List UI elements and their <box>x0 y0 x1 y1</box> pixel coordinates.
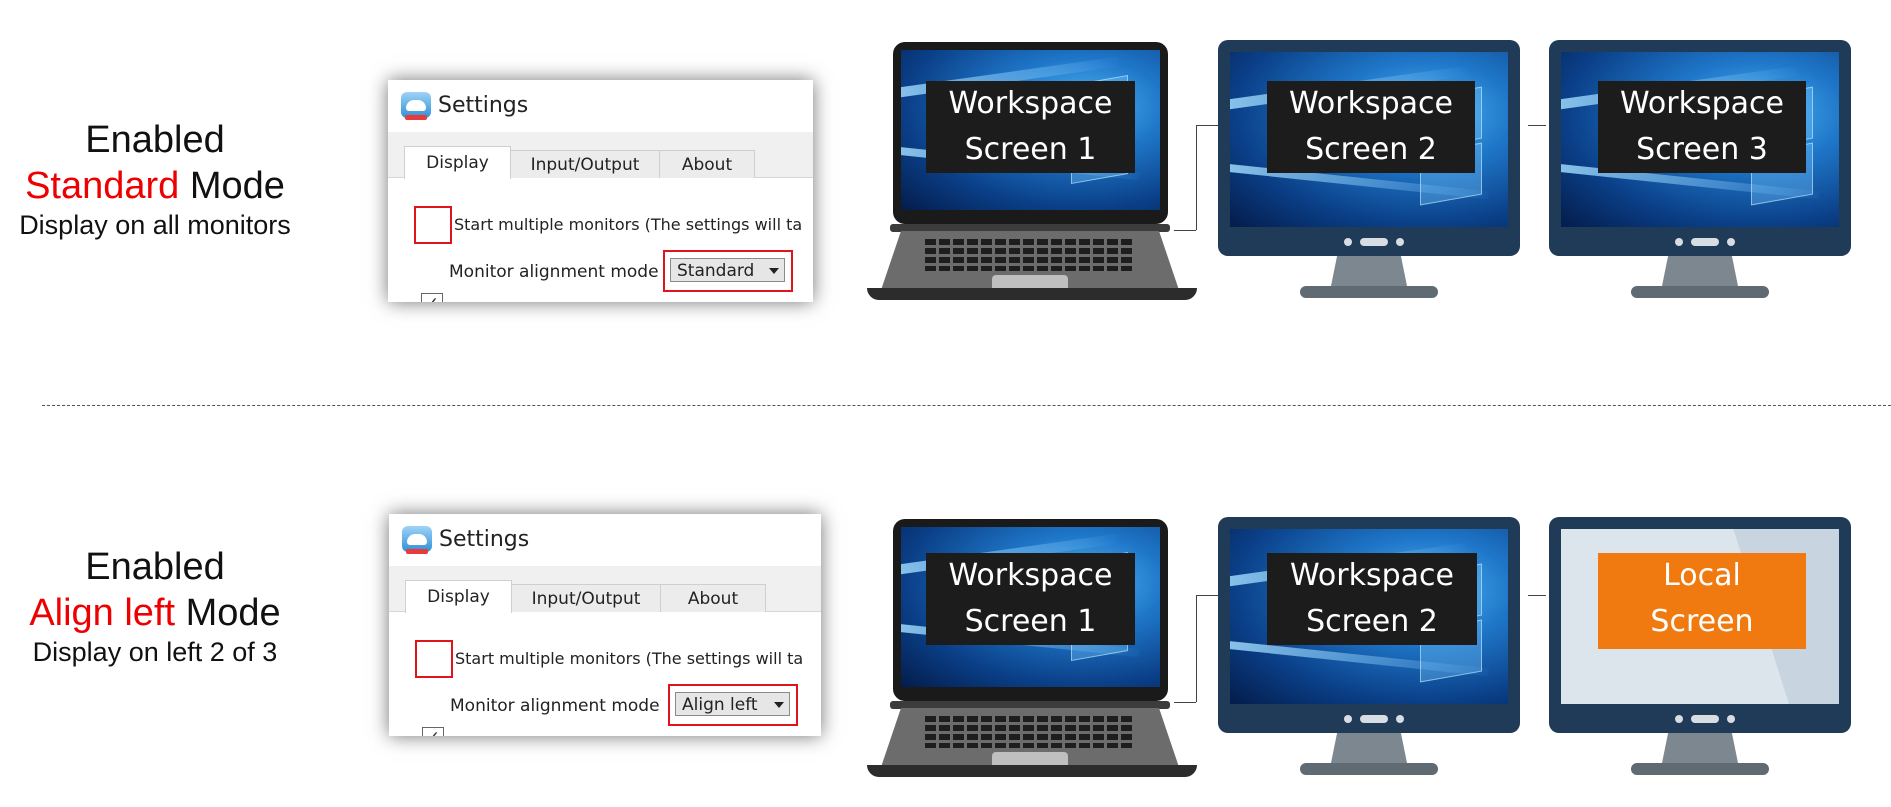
checkmark-icon: ✓ <box>425 294 439 302</box>
checkbox-highlight-box <box>414 206 452 244</box>
monitor-buttons <box>1675 715 1735 723</box>
laptop-base <box>867 288 1197 300</box>
mode-description: Enabled Standard Mode Display on all mon… <box>0 118 310 242</box>
label-line-1: Workspace <box>948 558 1113 593</box>
mode-enabled-text: Enabled <box>85 546 225 588</box>
label-line-1: Workspace <box>1289 86 1453 121</box>
monitor-buttons <box>1675 238 1735 246</box>
monitor-neck <box>1662 733 1738 763</box>
settings-window: Settings Display Input/Output About ✓ St… <box>389 514 821 736</box>
start-multiple-monitors-label: Start multiple monitors (The settings wi… <box>454 215 803 234</box>
mode-name-accent: Align left <box>29 591 176 634</box>
mode-name-line: Standard Mode <box>0 164 310 210</box>
monitor-foot <box>1631 286 1769 298</box>
mode-name-accent: Standard <box>25 164 180 207</box>
mode-description: Enabled Align left Mode Display on left … <box>0 545 310 669</box>
workspace-label: Workspace Screen 1 <box>926 81 1135 173</box>
cable-connector <box>1174 230 1196 231</box>
label-line-2: Screen 2 <box>1305 132 1437 167</box>
mode-subtitle: Display on all monitors <box>19 210 291 241</box>
mode-name-suffix: Mode <box>179 164 285 207</box>
settings-title: Settings <box>438 93 529 118</box>
label-line-1: Workspace <box>948 86 1113 121</box>
cable-connector <box>1174 702 1196 703</box>
standard-mode-section: Enabled Standard Mode Display on all mon… <box>0 0 1891 330</box>
keyboard-icon <box>925 239 1135 271</box>
tab-display[interactable]: Display <box>404 146 511 179</box>
local-screen-label: Local Screen <box>1598 553 1806 649</box>
start-multiple-monitors-label: Start multiple monitors (The settings wi… <box>455 649 804 668</box>
cable-connector <box>1196 595 1218 596</box>
laptop-base <box>867 765 1197 777</box>
label-line-1: Workspace <box>1290 558 1454 593</box>
tab-about[interactable]: About <box>659 150 755 179</box>
start-multiple-monitors-checkbox[interactable]: ✓ <box>422 727 444 736</box>
label-line-2: Screen 1 <box>964 604 1097 639</box>
section-separator <box>42 405 1891 406</box>
label-line-1: Local <box>1663 558 1741 593</box>
monitor-alignment-label: Monitor alignment mode <box>450 696 660 716</box>
monitor-foot <box>1300 286 1438 298</box>
keyboard-icon <box>925 716 1135 748</box>
mode-name-suffix: Mode <box>175 591 281 634</box>
settings-window: Settings Display Input/Output About ✓ St… <box>388 80 813 302</box>
cable-connector <box>1528 595 1546 596</box>
mode-name-line: Align left Mode <box>0 591 310 637</box>
checkmark-icon: ✓ <box>426 728 440 736</box>
settings-cloud-icon <box>401 92 431 120</box>
monitor-foot <box>1300 763 1438 775</box>
workspace-label: Workspace Screen 3 <box>1598 81 1806 173</box>
checkbox-highlight-box <box>415 640 453 678</box>
monitor-neck <box>1331 256 1407 286</box>
label-line-2: Screen <box>1650 604 1754 639</box>
start-multiple-monitors-checkbox[interactable]: ✓ <box>421 293 443 302</box>
settings-titlebar: Settings <box>388 80 813 132</box>
label-line-2: Screen 1 <box>964 132 1097 167</box>
cable-connector <box>1528 125 1546 126</box>
laptop-hinge <box>890 701 1170 709</box>
align-left-mode-section: Enabled Align left Mode Display on left … <box>0 475 1891 805</box>
settings-title: Settings <box>439 527 530 552</box>
laptop-keyboard-deck <box>880 708 1180 770</box>
cable-connector <box>1196 595 1197 702</box>
workspace-label: Workspace Screen 2 <box>1267 553 1477 645</box>
tab-input-output[interactable]: Input/Output <box>509 150 661 179</box>
monitor-alignment-label: Monitor alignment mode <box>449 262 659 282</box>
label-line-1: Workspace <box>1620 86 1784 121</box>
mode-enabled-text: Enabled <box>85 119 225 161</box>
settings-titlebar: Settings <box>389 514 821 566</box>
tab-about[interactable]: About <box>660 584 766 613</box>
select-highlight-box <box>668 684 798 726</box>
monitor-foot <box>1631 763 1769 775</box>
workspace-label: Workspace Screen 1 <box>926 553 1135 645</box>
select-highlight-box <box>663 250 793 292</box>
laptop-hinge <box>890 224 1170 232</box>
monitor-neck <box>1662 256 1738 286</box>
monitor-neck <box>1331 733 1407 763</box>
workspace-label: Workspace Screen 2 <box>1267 81 1475 173</box>
cable-connector <box>1196 125 1197 230</box>
label-line-2: Screen 2 <box>1306 604 1438 639</box>
laptop-keyboard-deck <box>880 231 1180 293</box>
monitor-buttons <box>1344 715 1404 723</box>
tab-input-output[interactable]: Input/Output <box>510 584 662 613</box>
settings-cloud-icon <box>402 526 432 554</box>
cable-connector <box>1196 125 1218 126</box>
tab-display[interactable]: Display <box>405 580 512 613</box>
mode-subtitle: Display on left 2 of 3 <box>32 637 278 668</box>
label-line-2: Screen 3 <box>1636 132 1768 167</box>
monitor-buttons <box>1344 238 1404 246</box>
